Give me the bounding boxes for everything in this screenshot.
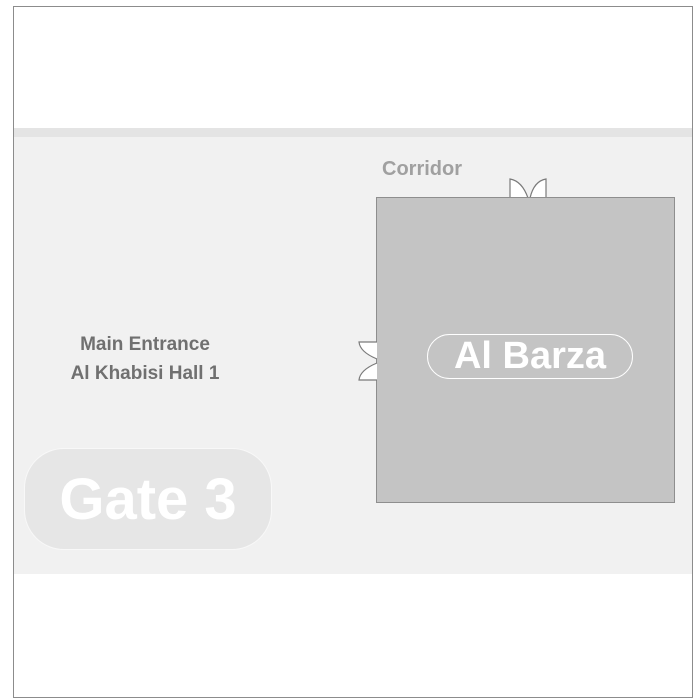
gate-3-badge: Gate 3	[24, 448, 272, 550]
main-entrance-label: Main Entrance Al Khabisi Hall 1	[40, 330, 250, 388]
corridor-label: Corridor	[382, 158, 462, 180]
door-left-icon	[358, 341, 378, 381]
zone-top-strip	[14, 128, 692, 137]
entrance-line-1: Main Entrance	[80, 334, 210, 355]
door-top-icon	[509, 178, 547, 199]
room-label-al-barza[interactable]: Al Barza	[427, 334, 633, 379]
entrance-line-2: Al Khabisi Hall 1	[70, 363, 220, 384]
